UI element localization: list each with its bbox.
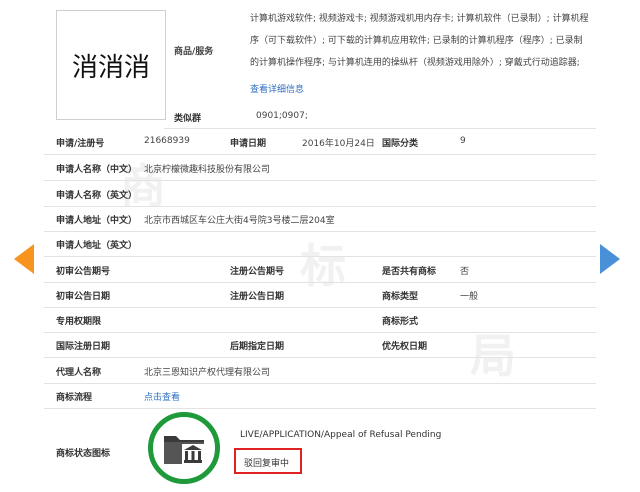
status-row: 商标状态图标 LIVE/APPLICATION/Appeal of Refusa… xyxy=(44,410,596,492)
applicant-cn-value: 北京柠檬微趣科技股份有限公司 xyxy=(144,165,271,175)
address-cn-label: 申请人地址（中文） xyxy=(56,216,138,226)
address-en-row: 申请人地址（英文） xyxy=(44,231,596,257)
intl-class-label: 国际分类 xyxy=(382,139,419,149)
view-details-link[interactable]: 查看详细信息 xyxy=(250,82,304,95)
applicant-en-row: 申请人名称（英文） xyxy=(44,181,596,207)
trademark-image: 消消消 xyxy=(56,10,166,120)
app-date-label: 申请日期 xyxy=(230,139,267,149)
type-value: 一般 xyxy=(460,292,479,302)
app-no-value: 21668939 xyxy=(144,136,190,146)
goods-label: 商品/服务 xyxy=(174,47,214,57)
intl-reg-label: 国际注册日期 xyxy=(56,342,111,352)
similar-group-label: 类似群 xyxy=(174,114,202,124)
arrow-right-icon[interactable] xyxy=(600,244,620,274)
app-date-value: 2016年10月24日 xyxy=(302,139,375,149)
status-highlight-box: 驳回复审中 xyxy=(234,448,302,474)
prelim-no-label: 初审公告期号 xyxy=(56,267,111,277)
publication-no-row: 初审公告期号 注册公告期号 是否共有商标 否 xyxy=(44,257,596,283)
address-cn-row: 申请人地址（中文） 北京市西城区车公庄大街4号院3号楼二层204室 xyxy=(44,206,596,232)
publication-date-row: 初审公告日期 注册公告日期 商标类型 一般 xyxy=(44,282,596,308)
similar-group-value: 0901;0907; xyxy=(256,111,308,121)
form-label: 商标形式 xyxy=(382,317,419,327)
dates-row: 国际注册日期 后期指定日期 优先权日期 xyxy=(44,332,596,358)
applicant-cn-label: 申请人名称（中文） xyxy=(56,165,138,175)
goods-line: 的计算机操作程序; 与计算机连用的操纵杆（视频游戏用除外）; 穿戴式行动追踪器; xyxy=(250,58,580,68)
status-chinese: 驳回复审中 xyxy=(244,459,290,469)
process-row: 商标流程 点击查看 xyxy=(44,383,596,409)
applicant-en-label: 申请人名称（英文） xyxy=(56,191,138,201)
goods-text: 计算机游戏软件; 视频游戏卡; 视频游戏机用内存卡; 计算机软件（已录制）; 计… xyxy=(250,8,594,74)
status-icon xyxy=(148,412,220,484)
address-cn-value: 北京市西城区车公庄大街4号院3号楼二层204室 xyxy=(144,216,335,226)
priority-label: 优先权日期 xyxy=(382,342,428,352)
status-english: LIVE/APPLICATION/Appeal of Refusal Pendi… xyxy=(240,430,442,440)
arrow-left-icon[interactable] xyxy=(14,244,34,274)
goods-line: 序（可下载软件）; 可下载的计算机应用软件; 已录制的计算机程序（程序）; 已录… xyxy=(250,36,583,46)
applicant-cn-row: 申请人名称（中文） 北京柠檬微趣科技股份有限公司 xyxy=(44,155,596,181)
process-label: 商标流程 xyxy=(56,393,93,403)
reg-date-label: 注册公告日期 xyxy=(230,292,285,302)
agent-row: 代理人名称 北京三恩知识产权代理有限公司 xyxy=(44,358,596,384)
agent-value: 北京三恩知识产权代理有限公司 xyxy=(144,368,271,378)
status-label: 商标状态图标 xyxy=(56,449,111,459)
trademark-detail-panel: 消消消 商品/服务 计算机游戏软件; 视频游戏卡; 视频游戏机用内存卡; 计算机… xyxy=(44,0,596,492)
prelim-date-label: 初审公告日期 xyxy=(56,292,111,302)
address-en-label: 申请人地址（英文） xyxy=(56,241,138,251)
exclusive-row: 专用权期限 商标形式 xyxy=(44,307,596,333)
reg-no-label: 注册公告期号 xyxy=(230,267,285,277)
intl-class-value: 9 xyxy=(460,136,466,146)
application-row: 申请/注册号 21668939 申请日期 2016年10月24日 国际分类 9 xyxy=(44,129,596,155)
shared-value: 否 xyxy=(460,267,470,277)
goods-line: 计算机游戏软件; 视频游戏卡; 视频游戏机用内存卡; 计算机软件（已录制）; 计… xyxy=(250,14,589,24)
exclusive-label: 专用权期限 xyxy=(56,317,102,327)
app-no-label: 申请/注册号 xyxy=(56,139,105,149)
trademark-image-text: 消消消 xyxy=(71,52,150,83)
type-label: 商标类型 xyxy=(382,292,419,302)
later-label: 后期指定日期 xyxy=(230,342,285,352)
process-link[interactable]: 点击查看 xyxy=(144,390,180,403)
agent-label: 代理人名称 xyxy=(56,368,102,378)
shared-label: 是否共有商标 xyxy=(382,267,437,277)
folder-court-icon xyxy=(164,436,204,464)
similar-group-row: 类似群 0901;0907; xyxy=(164,104,596,129)
